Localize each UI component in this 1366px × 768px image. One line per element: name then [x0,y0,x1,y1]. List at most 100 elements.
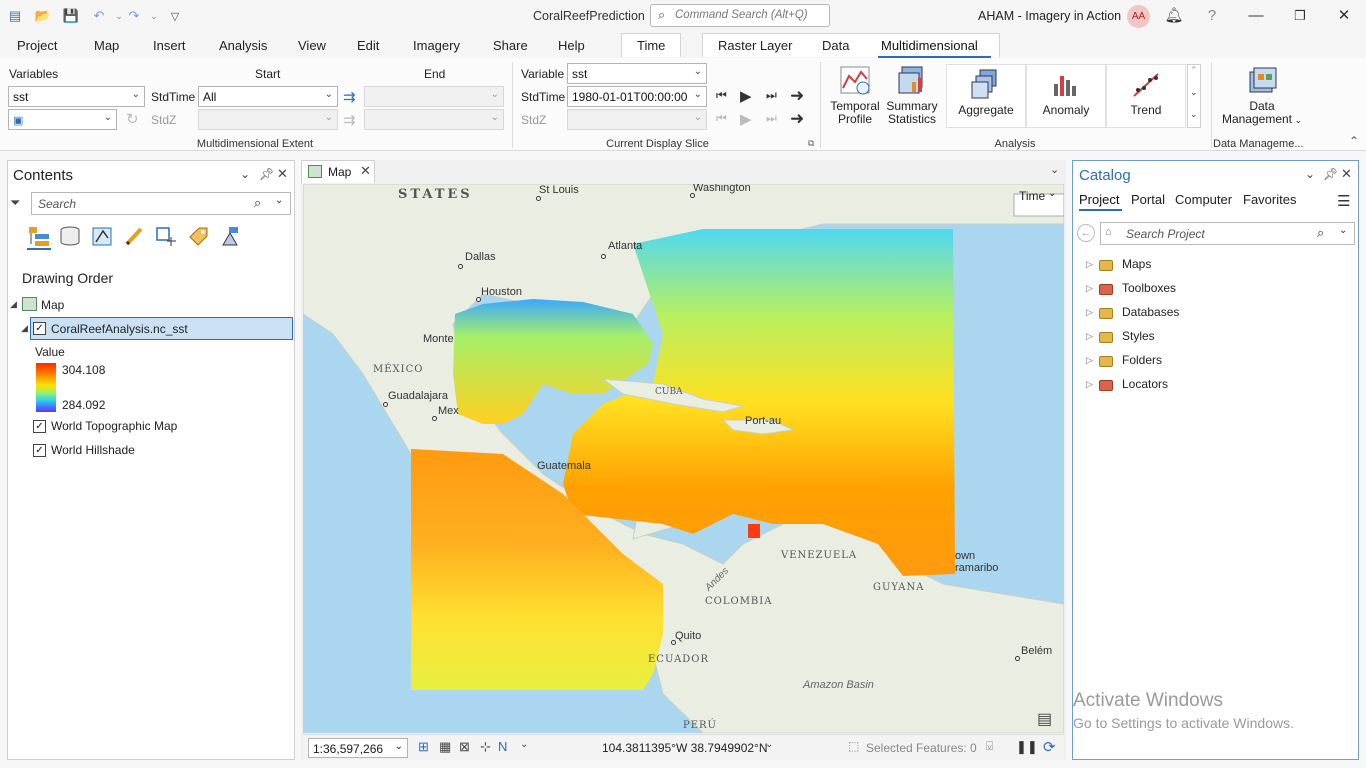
navigation-icon[interactable]: N [498,739,507,754]
help-icon[interactable]: ? [1202,6,1222,26]
restore-button[interactable]: ❐ [1290,6,1310,26]
attribution-icon[interactable]: ▤ [1037,709,1052,729]
time-slider-button[interactable]: Time [1019,189,1045,203]
undo-icon[interactable]: ↶ [90,8,108,24]
grid-icon[interactable]: ▦ [439,739,451,755]
tab-view[interactable]: View [298,38,326,53]
layer-name-world-hillshade[interactable]: World Hillshade [51,443,135,457]
list-by-data-source-icon[interactable] [59,225,81,247]
catalog-item-locators[interactable]: Locators [1122,377,1168,391]
catalog-tab-computer[interactable]: Computer [1175,192,1232,207]
refresh-icon[interactable]: ⟳ [1043,738,1056,756]
gallery-scroll[interactable]: ⌃ ⌄ ⌄ [1187,64,1201,128]
layer-name-coralreef[interactable]: CoralReefAnalysis.nc_sst [51,322,188,336]
list-by-selection-icon[interactable] [91,225,113,247]
collapse-ribbon-icon[interactable]: ⌃ [1349,134,1359,148]
tab-multidimensional[interactable]: Multidimensional [881,38,978,53]
tab-share[interactable]: Share [493,38,528,53]
map-tab[interactable]: Map ✕ [301,160,375,183]
filter-icon[interactable]: ⍌ [986,739,993,754]
map-node-label[interactable]: Map [41,298,64,312]
new-project-icon[interactable]: ▤ [6,8,24,24]
aggregate-button[interactable]: Aggregate [946,64,1026,128]
layer-visibility-checkbox[interactable]: ✓ [33,444,46,457]
tab-analysis[interactable]: Analysis [219,38,267,53]
scroll-up-icon[interactable]: ⌃ [1190,65,1198,76]
catalog-item-toolboxes[interactable]: Toolboxes [1122,281,1176,295]
select-features-icon[interactable]: ⬚ [848,739,859,753]
close-button[interactable]: ✕ [1334,6,1354,26]
data-management-button[interactable]: Data Management ⌄ [1217,64,1307,127]
expand-arrow-icon[interactable]: ▷ [1086,379,1093,390]
trend-button[interactable]: Trend [1106,64,1186,128]
anomaly-button[interactable]: Anomaly [1026,64,1106,128]
list-by-snapping-icon[interactable] [155,225,177,247]
gallery-expand-icon[interactable]: ⌄ [1190,109,1198,120]
tab-project[interactable]: Project [17,38,57,53]
close-pane-icon[interactable]: ✕ [277,166,288,182]
hamburger-menu-icon[interactable]: ☰ [1337,192,1350,210]
tab-time[interactable]: Time [637,38,665,53]
avatar[interactable]: AA [1127,5,1150,28]
catalog-item-styles[interactable]: Styles [1122,329,1155,343]
layer-visibility-checkbox[interactable]: ✓ [33,322,46,335]
list-by-perspective-imagery-icon[interactable] [219,225,241,247]
close-pane-icon[interactable]: ✕ [1341,166,1352,182]
dialog-launcher-icon[interactable]: ⧉ [808,138,814,149]
list-by-drawing-order-icon[interactable] [27,225,51,247]
snapping-icon[interactable]: ⊞ [418,739,429,755]
collapse-arrow-icon[interactable]: ◢ [10,299,17,310]
layer-name-world-topographic[interactable]: World Topographic Map [51,419,177,433]
save-icon[interactable]: 💾 [62,8,80,24]
pin-icon[interactable]: 📌︎ [259,167,274,181]
stdtime-start-select[interactable]: All ⌄ [198,86,338,107]
constraints-icon[interactable]: ⊠ [459,739,470,755]
customize-toolbar-icon[interactable]: ▽ [166,8,184,24]
tab-data[interactable]: Data [822,38,849,53]
chevron-down-icon[interactable]: ⌄ [520,739,528,750]
pane-options-icon[interactable]: ⌄ [240,167,250,181]
redo-dropdown-icon[interactable]: ⌄ [145,8,163,24]
list-by-editing-icon[interactable] [123,225,145,247]
catalog-tab-favorites[interactable]: Favorites [1243,192,1296,207]
tab-insert[interactable]: Insert [153,38,186,53]
chevron-down-icon[interactable]: ⌄ [1339,225,1347,236]
display-variable-select[interactable]: sst ⌄ [567,63,707,84]
close-tab-icon[interactable]: ✕ [360,163,371,179]
correction-icon[interactable]: ⊹ [480,739,491,755]
apply-range-icon[interactable]: ⇉ [343,88,356,106]
search-icon[interactable]: ⌕ [254,195,261,211]
catalog-item-folders[interactable]: Folders [1122,353,1162,367]
temporal-profile-button[interactable]: Temporal Profile [828,64,882,126]
notification-bell-icon[interactable]: 🔔︎ [1164,6,1184,26]
chevron-down-icon[interactable]: ⌄ [1048,188,1056,199]
expand-arrow-icon[interactable]: ▷ [1086,331,1093,342]
tab-map[interactable]: Map [94,38,119,53]
scroll-down-icon[interactable]: ⌄ [1190,87,1198,98]
catalog-tab-project[interactable]: Project [1079,192,1119,207]
pane-options-icon[interactable]: ⌄ [1305,167,1315,181]
tab-edit[interactable]: Edit [357,38,379,53]
display-stdtime-select[interactable]: 1980-01-01T00:00:00 ⌄ [567,86,707,107]
dimension-select[interactable]: ▣ ⌄ [8,109,117,130]
play-icon[interactable]: ▶ [740,87,752,105]
pin-icon[interactable]: 📌︎ [1323,167,1338,181]
search-icon[interactable]: ⌕ [1317,225,1324,241]
first-slice-icon[interactable]: ⏮ [716,88,727,103]
filter-icon[interactable]: ⏷ [10,195,20,211]
expand-arrow-icon[interactable]: ▷ [1086,283,1093,294]
expand-arrow-icon[interactable]: ▷ [1086,259,1093,270]
collapse-arrow-icon[interactable]: ◢ [21,323,28,334]
redo-icon[interactable]: ↷ [125,8,143,24]
contents-search-input[interactable]: Search ⌕ ⌄ [31,192,291,215]
catalog-item-maps[interactable]: Maps [1122,257,1151,271]
minimize-button[interactable]: — [1246,6,1266,26]
expand-arrow-icon[interactable]: ▷ [1086,355,1093,366]
next-z-arrow-icon[interactable]: ➜ [790,109,804,129]
map-canvas[interactable]: STATES St Louis Washington Atlanta Dalla… [303,184,1064,733]
tab-raster-layer[interactable]: Raster Layer [718,38,792,53]
next-slice-arrow-icon[interactable]: ➜ [790,86,804,106]
variables-select[interactable]: sst ⌄ [8,86,145,107]
back-arrow-icon[interactable]: ← [1077,224,1095,242]
summary-statistics-button[interactable]: Summary Statistics [884,64,940,126]
